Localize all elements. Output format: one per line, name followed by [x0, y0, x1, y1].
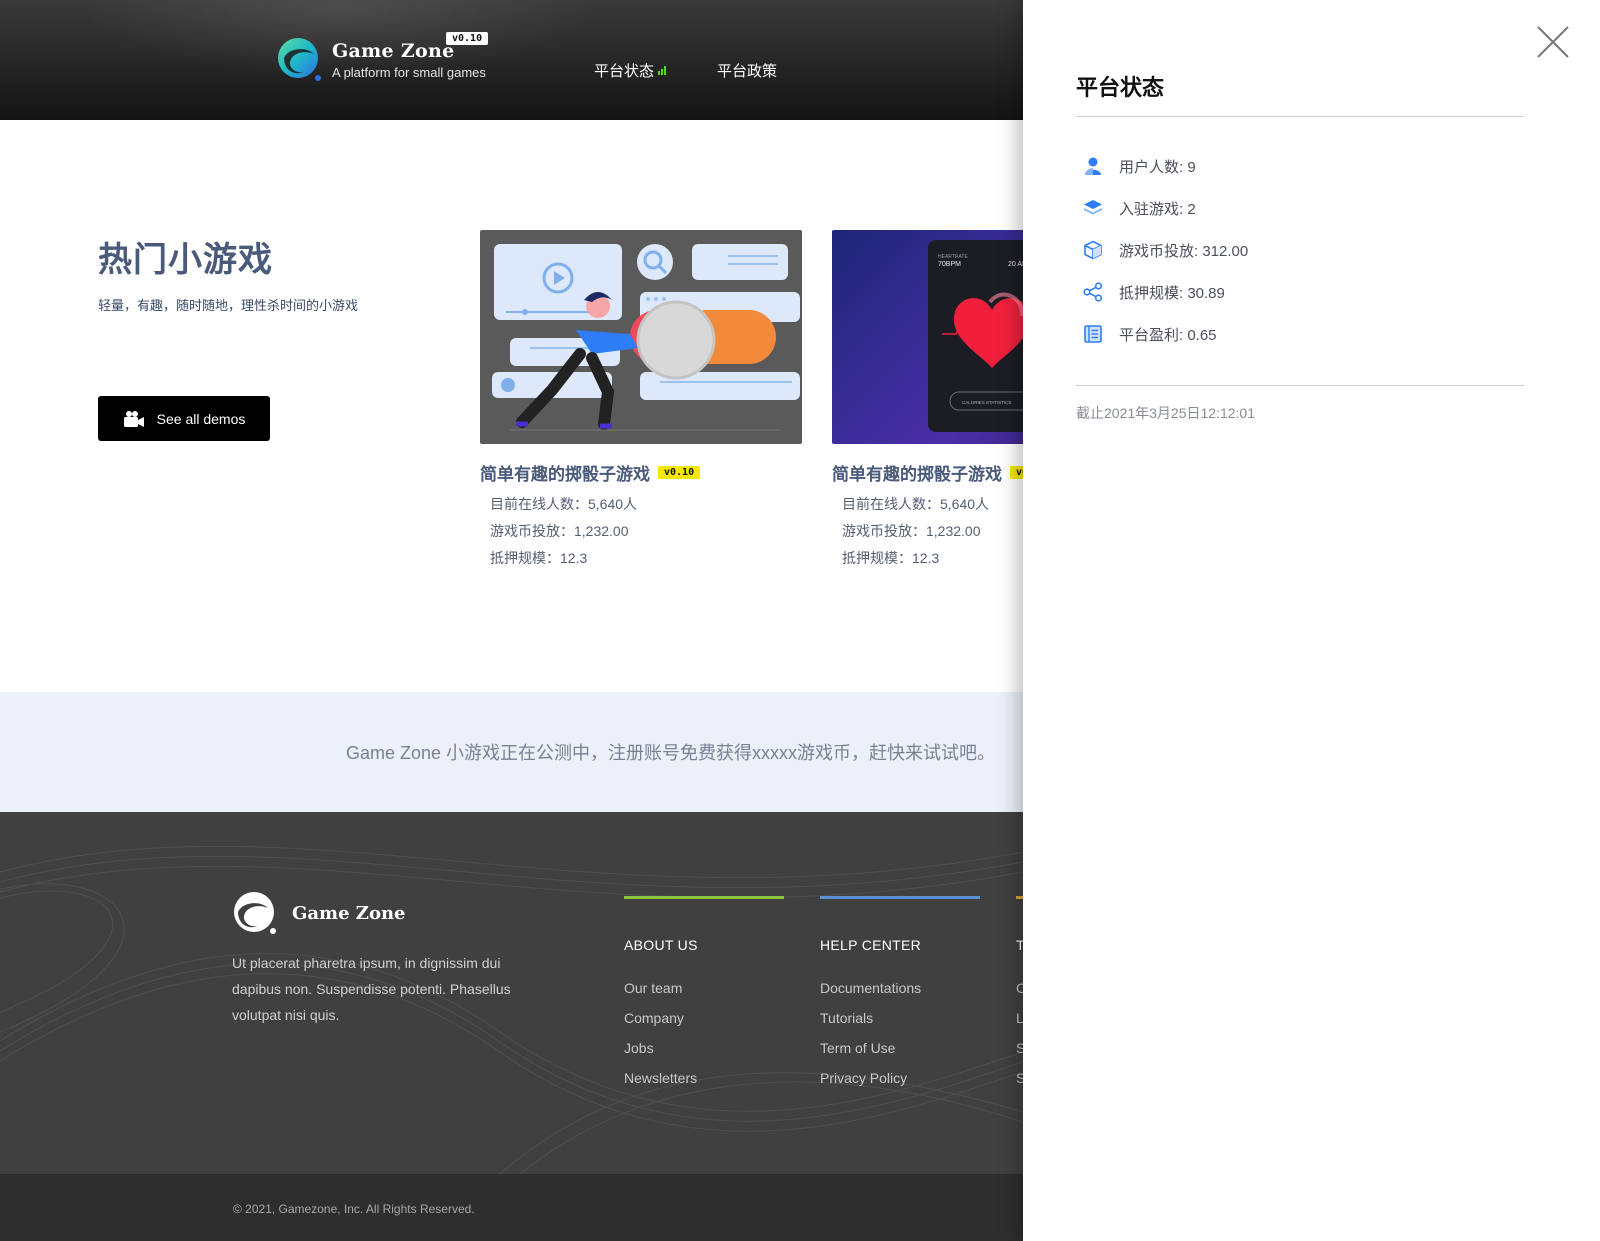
beta-banner: Game Zone 小游戏正在公测中，注册账号免费获得xxxxx游戏币，赶快来试…: [0, 692, 1023, 812]
footer-column-accent: [820, 896, 980, 899]
drawer-divider: [1076, 385, 1524, 386]
drawer-timestamp: 截止2021年3月25日12:12:01: [1076, 405, 1255, 421]
footer-link-newsletters[interactable]: Newsletters: [624, 1063, 784, 1093]
drawer-title: 平台状态: [1076, 75, 1165, 100]
game-illustration-icon: [492, 244, 800, 431]
footer-link-documentations[interactable]: Documentations: [820, 973, 980, 1003]
footer-column-heading: HELP CENTER: [820, 937, 922, 953]
layers-icon: [1084, 200, 1102, 215]
footer-link-privacy[interactable]: Privacy Policy: [820, 1063, 980, 1093]
stat-coin-issued: 游戏币投放: 312.00: [1083, 229, 1248, 271]
copyright-bar: © 2021, Gamezone, Inc. All Rights Reserv…: [0, 1174, 1023, 1241]
footer-link-terms[interactable]: Term of Use: [820, 1033, 980, 1063]
close-icon[interactable]: [1535, 24, 1571, 60]
footer-link[interactable]: S: [1016, 1063, 1023, 1093]
footer-link[interactable]: C: [1016, 973, 1023, 1003]
stat-collateral-label: 抵押规模: 30.89: [1119, 284, 1225, 302]
footer-link[interactable]: S: [1016, 1033, 1023, 1063]
video-camera-icon: [123, 410, 144, 427]
nav-platform-status-label: 平台状态: [594, 63, 655, 80]
signal-bars-icon: [658, 66, 667, 75]
stat-user-count: 用户人数: 9: [1083, 145, 1248, 187]
footer-link-jobs[interactable]: Jobs: [624, 1033, 784, 1063]
footer-brand[interactable]: Game Zone: [232, 890, 405, 936]
see-all-demos-label: See all demos: [156, 410, 246, 427]
game-zone-logo-icon: [234, 892, 276, 934]
footer-column-third: T C L S S: [1016, 896, 1023, 1093]
ledger-icon: [1084, 325, 1102, 343]
stat-game-count: 入驻游戏: 2: [1083, 187, 1248, 229]
image-label-bpm: 70BPM: [938, 261, 961, 268]
game-card-image[interactable]: [480, 230, 802, 444]
nav-platform-policy[interactable]: 平台政策: [717, 60, 777, 81]
footer-link-company[interactable]: Company: [624, 1003, 784, 1033]
stat-game-count-label: 入驻游戏: 2: [1119, 200, 1196, 218]
site-footer: Game Zone Ut placerat pharetra ipsum, in…: [0, 812, 1023, 1174]
game-card-title[interactable]: 简单有趣的掷骰子游戏: [480, 460, 650, 485]
game-coin-issued: 游戏币投放：1,232.00: [490, 523, 629, 539]
footer-link-our-team[interactable]: Our team: [624, 973, 784, 1003]
footer-column-heading: T: [1016, 937, 1023, 953]
see-all-demos-button[interactable]: See all demos: [98, 396, 270, 441]
game-collateral: 抵押规模：12.3: [490, 550, 588, 566]
footer-link[interactable]: L: [1016, 1003, 1023, 1033]
footer-column-accent: [1016, 896, 1023, 899]
footer-description: Ut placerat pharetra ipsum, in dignissim…: [232, 955, 511, 1023]
footer-column-accent: [624, 896, 784, 899]
game-zone-logo-icon: [278, 38, 321, 81]
image-label-calories: CALORIES STATISTICS: [962, 400, 1011, 405]
footer-brand-name: Game Zone: [292, 902, 406, 924]
beta-banner-text: Game Zone 小游戏正在公测中，注册账号免费获得xxxxx游戏币，赶快来试…: [345, 743, 995, 763]
stat-user-count-label: 用户人数: 9: [1119, 158, 1196, 176]
stat-platform-profit: 平台盈利: 0.65: [1083, 313, 1248, 355]
main-nav: 平台状态 平台政策: [594, 60, 827, 81]
copyright-text: © 2021, Gamezone, Inc. All Rights Reserv…: [233, 1202, 475, 1216]
platform-status-drawer: 平台状态 用户人数: 9 入驻游戏: 2 游戏币投放: 312.00 抵押规模:…: [1023, 0, 1600, 1241]
site-header: Game Zone A platform for small games v0.…: [0, 0, 1023, 120]
stat-coin-issued-label: 游戏币投放: 312.00: [1119, 242, 1249, 260]
footer-column-heading: ABOUT US: [624, 937, 698, 953]
game-card-title[interactable]: 简单有趣的掷骰子游戏: [832, 460, 1002, 485]
game-version-badge: v0.10: [658, 466, 701, 479]
footer-column-help: HELP CENTER Documentations Tutorials Ter…: [820, 896, 980, 1093]
user-icon: [1085, 157, 1101, 175]
footer-column-about: ABOUT US Our team Company Jobs Newslette…: [624, 896, 784, 1093]
share-nodes-icon: [1083, 282, 1103, 302]
game-online-count: 目前在线人数：5,640人: [490, 496, 638, 512]
platform-stat-list: 用户人数: 9 入驻游戏: 2 游戏币投放: 312.00 抵押规模: 30.8…: [1083, 145, 1248, 355]
footer-link-tutorials[interactable]: Tutorials: [820, 1003, 980, 1033]
image-label-heartrate: HEARTRATE: [938, 254, 968, 260]
drawer-divider: [1076, 116, 1524, 117]
nav-platform-policy-label: 平台政策: [717, 63, 778, 80]
hero-subtitle: 轻量，有趣，随时随地，理性杀时间的小游戏: [98, 298, 359, 313]
nav-platform-status[interactable]: 平台状态: [594, 60, 667, 81]
game-card[interactable]: 简单有趣的掷骰子游戏 v0.10 目前在线人数：5,640人 游戏币投放：1,2…: [480, 230, 802, 572]
hero-title: 热门小游戏: [98, 241, 273, 279]
cube-icon: [1084, 240, 1102, 260]
brand-tagline: A platform for small games: [332, 65, 486, 80]
stat-collateral: 抵押规模: 30.89: [1083, 271, 1248, 313]
stat-platform-profit-label: 平台盈利: 0.65: [1119, 326, 1217, 344]
version-badge: v0.10: [446, 32, 489, 45]
